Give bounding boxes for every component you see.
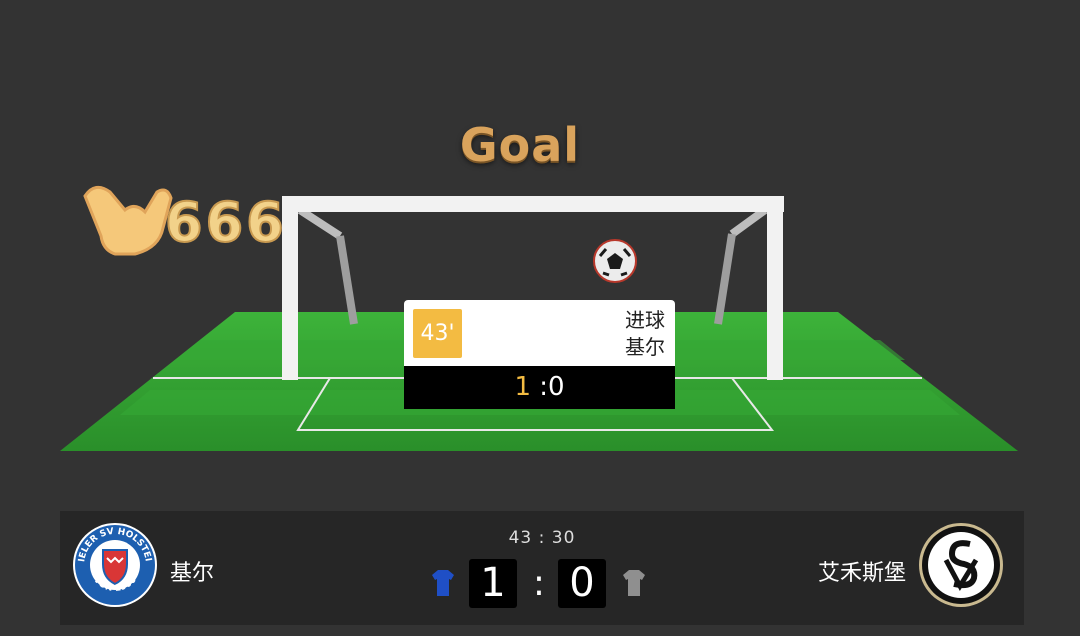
score-separator: :	[532, 563, 546, 604]
away-kit-icon	[623, 570, 645, 596]
away-team-badge-icon	[919, 523, 1003, 607]
home-team-name[interactable]: 基尔	[170, 555, 214, 587]
event-team-label: 基尔	[625, 335, 665, 359]
brand-logo: 666	[83, 185, 287, 256]
goal-crossbar	[284, 196, 784, 212]
event-minute-badge: 43'	[413, 309, 462, 358]
match-clock: 43 : 30	[508, 528, 576, 548]
event-score-bar: 1 :0	[404, 366, 675, 409]
event-score-home: 1	[514, 372, 531, 402]
goal-event-card: 43' 进球 基尔	[404, 300, 675, 366]
home-score: 1	[469, 559, 517, 608]
scoreboard-panel: KIELER SV HOLSTEIN VON 1900 基尔 43 : 30 1…	[60, 511, 1024, 625]
event-type-label: 进球	[625, 308, 665, 332]
goal-right-post	[767, 196, 783, 380]
event-score-away: 0	[548, 372, 565, 402]
away-score: 0	[558, 559, 606, 608]
goal-animation-title: Goal	[459, 118, 581, 172]
brand-text: 666	[165, 191, 287, 254]
soccer-ball-icon	[593, 239, 637, 283]
shaka-hand-icon	[83, 185, 173, 256]
event-score-separator: :	[530, 372, 549, 402]
away-team-name[interactable]: 艾禾斯堡	[818, 555, 906, 587]
home-kit-icon	[432, 570, 454, 596]
goal-animation-stage: Goal 666 43' 进球 基尔 1 :0	[0, 0, 1080, 500]
